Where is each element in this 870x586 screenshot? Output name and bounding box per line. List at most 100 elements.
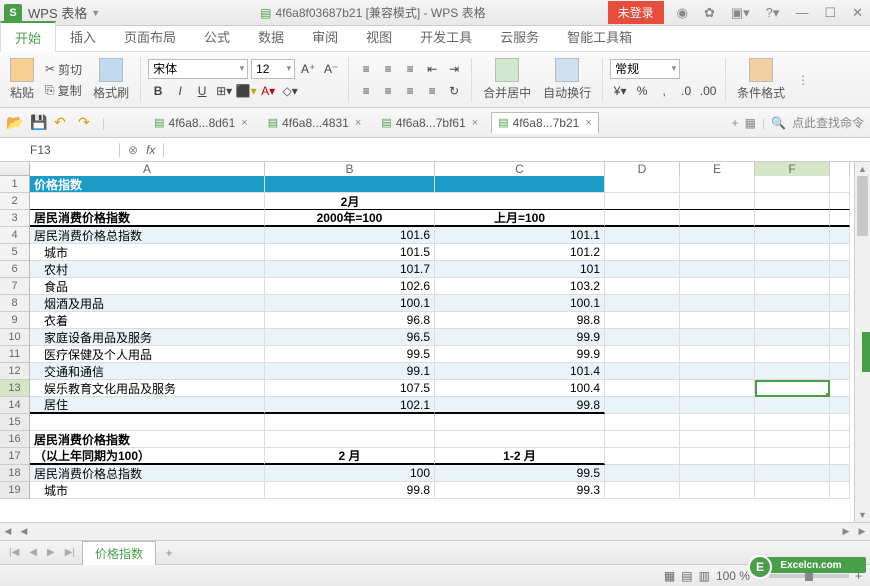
sheet-nav-next-icon[interactable]: ▶ xyxy=(44,547,58,558)
cond-format-button[interactable]: 条件格式 xyxy=(733,56,789,103)
align-justify-icon[interactable]: ≡ xyxy=(422,81,442,101)
tab-cloud[interactable]: 云服务 xyxy=(486,22,553,51)
tab-layout[interactable]: 页面布局 xyxy=(110,22,190,51)
col-header-c[interactable]: C xyxy=(435,162,605,176)
percent-icon[interactable]: % xyxy=(632,81,652,101)
search-input[interactable]: 点此查找命令 xyxy=(792,114,864,131)
paste-button[interactable]: 粘贴 xyxy=(6,56,38,103)
cut-button[interactable]: ✂剪切 xyxy=(42,60,85,79)
save-icon[interactable]: 💾 xyxy=(30,114,48,132)
col-header-a[interactable]: A xyxy=(30,162,265,176)
font-family-select[interactable]: 宋体 xyxy=(148,59,248,79)
view-page-icon[interactable]: ▤ xyxy=(681,569,692,583)
tab-smart[interactable]: 智能工具箱 xyxy=(553,22,646,51)
scroll-up-icon[interactable]: ▲ xyxy=(855,162,870,176)
tab-start[interactable]: 开始 xyxy=(0,21,56,52)
align-center-icon[interactable]: ≡ xyxy=(378,81,398,101)
login-button[interactable]: 未登录 xyxy=(608,1,664,24)
align-bot-icon[interactable]: ≡ xyxy=(400,59,420,79)
close-icon[interactable]: ✕ xyxy=(849,5,866,21)
scroll-left-icon[interactable]: ◀ xyxy=(0,523,16,540)
clear-format-button[interactable]: ◇▾ xyxy=(280,81,300,101)
tab-list-icon[interactable]: ▦ xyxy=(745,116,756,130)
merge-center-button[interactable]: 合并居中 xyxy=(479,56,535,103)
col-header-d[interactable]: D xyxy=(605,162,680,176)
align-top-icon[interactable]: ≡ xyxy=(356,59,376,79)
maximize-icon[interactable]: ☐ xyxy=(821,5,839,21)
cells-area[interactable]: 价格指数 2月 居民消费价格指数2000年=100上月=100 居民消费价格总指… xyxy=(30,176,854,499)
border-button[interactable]: ⊞▾ xyxy=(214,81,234,101)
italic-button[interactable]: I xyxy=(170,81,190,101)
sync-icon[interactable]: ◉ xyxy=(674,5,691,21)
tab-review[interactable]: 审阅 xyxy=(298,22,352,51)
more-icon[interactable]: ⋮ xyxy=(797,73,809,87)
scroll-thumb[interactable] xyxy=(857,176,868,236)
bold-button[interactable]: B xyxy=(148,81,168,101)
tab-insert[interactable]: 插入 xyxy=(56,22,110,51)
scroll-left2-icon[interactable]: ◀ xyxy=(16,523,32,540)
select-all-corner[interactable] xyxy=(0,162,30,176)
close-icon[interactable]: × xyxy=(472,117,478,129)
fill-color-button[interactable]: ⬛▾ xyxy=(236,81,256,101)
wrap-text-button[interactable]: 自动换行 xyxy=(539,56,595,103)
cell-reference[interactable]: F13 xyxy=(0,143,120,157)
scroll-right2-icon[interactable]: ▶ xyxy=(854,523,870,540)
col-header-g[interactable] xyxy=(830,162,850,176)
currency-icon[interactable]: ¥▾ xyxy=(610,81,630,101)
tab-view[interactable]: 视图 xyxy=(352,22,406,51)
underline-button[interactable]: U xyxy=(192,81,212,101)
help-icon[interactable]: ▣▾ xyxy=(728,5,753,21)
file-tab-0[interactable]: ▤4f6a8...8d61× xyxy=(147,112,255,134)
folder-open-icon[interactable]: 📂 xyxy=(6,114,24,132)
close-icon[interactable]: × xyxy=(241,117,247,129)
increase-font-icon[interactable]: A⁺ xyxy=(298,59,318,79)
view-break-icon[interactable]: ▥ xyxy=(699,569,710,583)
indent-inc-icon[interactable]: ⇥ xyxy=(444,59,464,79)
minimize-icon[interactable]: — xyxy=(792,5,811,20)
add-sheet-button[interactable]: + xyxy=(160,544,178,562)
format-painter-button[interactable]: 格式刷 xyxy=(89,56,133,103)
close-icon[interactable]: × xyxy=(585,117,591,129)
horizontal-scrollbar[interactable]: ◀ ◀ ▶ ▶ xyxy=(0,522,870,540)
decrease-font-icon[interactable]: A⁻ xyxy=(321,59,341,79)
indent-dec-icon[interactable]: ⇤ xyxy=(422,59,442,79)
cancel-icon[interactable]: ⊗ xyxy=(128,143,138,157)
sheet-nav-last-icon[interactable]: ▶| xyxy=(62,547,78,558)
number-format-select[interactable]: 常规 xyxy=(610,59,680,79)
scroll-right-icon[interactable]: ▶ xyxy=(838,523,854,540)
col-header-e[interactable]: E xyxy=(680,162,755,176)
sheet-nav-prev-icon[interactable]: ◀ xyxy=(26,547,40,558)
settings-icon[interactable]: ✿ xyxy=(701,5,718,21)
sheet-nav-first-icon[interactable]: |◀ xyxy=(6,547,22,558)
fx-icon[interactable]: fx xyxy=(146,143,155,157)
align-mid-icon[interactable]: ≡ xyxy=(378,59,398,79)
table-title[interactable]: 价格指数 xyxy=(30,176,265,193)
tab-data[interactable]: 数据 xyxy=(244,22,298,51)
zoom-level[interactable]: 100 % xyxy=(716,569,750,583)
tab-dev[interactable]: 开发工具 xyxy=(406,22,486,51)
comma-icon[interactable]: , xyxy=(654,81,674,101)
add-tab-icon[interactable]: + xyxy=(732,116,739,130)
file-tab-2[interactable]: ▤4f6a8...7bf61× xyxy=(374,112,485,134)
file-tab-3[interactable]: ▤4f6a8...7b21× xyxy=(491,112,599,134)
view-normal-icon[interactable]: ▦ xyxy=(664,569,675,583)
question-icon[interactable]: ?▾ xyxy=(763,5,783,21)
align-right-icon[interactable]: ≡ xyxy=(400,81,420,101)
orientation-icon[interactable]: ↻ xyxy=(444,81,464,101)
col-header-f[interactable]: F xyxy=(755,162,830,176)
undo-icon[interactable]: ↶ xyxy=(54,114,72,132)
tab-formula[interactable]: 公式 xyxy=(190,22,244,51)
scroll-down-icon[interactable]: ▼ xyxy=(855,508,870,522)
file-tab-1[interactable]: ▤4f6a8...4831× xyxy=(261,112,369,134)
font-color-button[interactable]: A▾ xyxy=(258,81,278,101)
side-panel-handle[interactable] xyxy=(862,332,870,372)
dec-dec-icon[interactable]: .00 xyxy=(698,81,718,101)
chevron-down-icon[interactable]: ▼ xyxy=(91,8,100,18)
redo-icon[interactable]: ↷ xyxy=(78,114,96,132)
align-left-icon[interactable]: ≡ xyxy=(356,81,376,101)
font-size-select[interactable]: 12 xyxy=(251,59,295,79)
dec-inc-icon[interactable]: .0 xyxy=(676,81,696,101)
copy-button[interactable]: ⎘复制 xyxy=(42,81,85,100)
col-header-b[interactable]: B xyxy=(265,162,435,176)
close-icon[interactable]: × xyxy=(355,117,361,129)
